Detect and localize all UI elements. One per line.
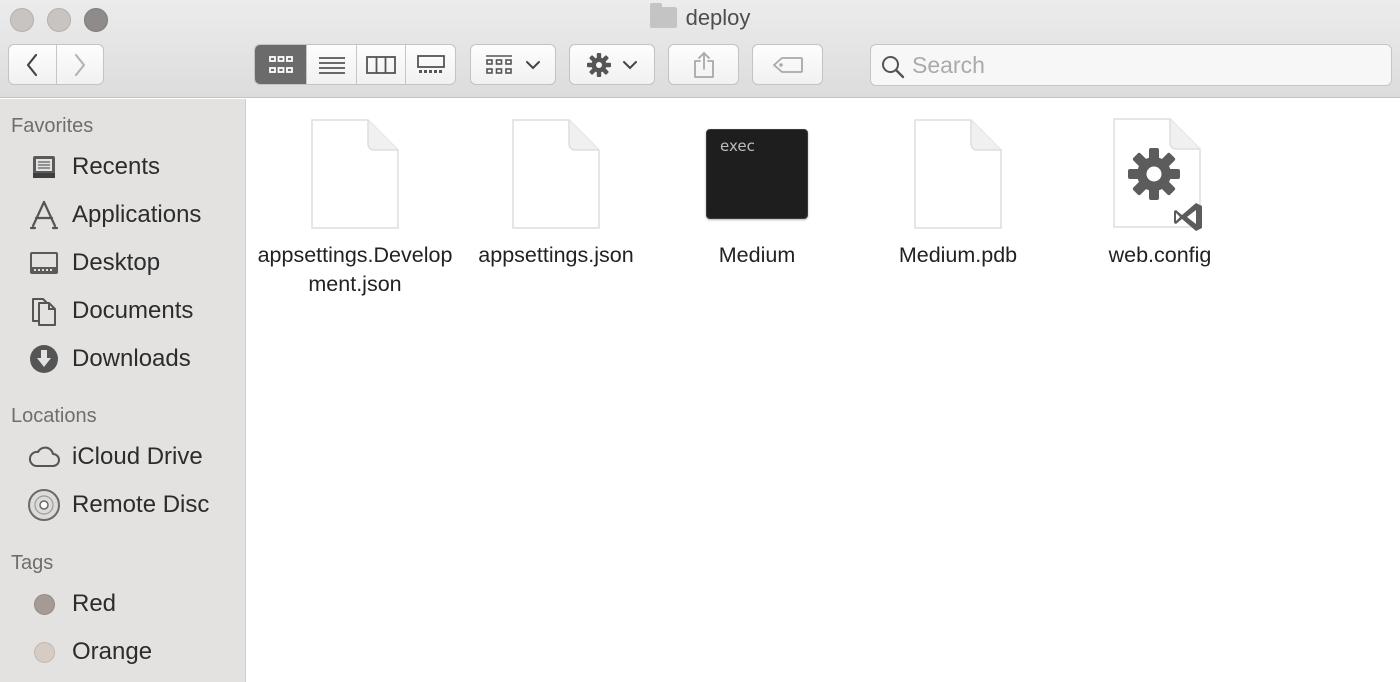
sidebar-section-favorites: Favorites bbox=[11, 115, 94, 137]
icon-view-button[interactable] bbox=[255, 45, 308, 84]
back-button[interactable] bbox=[9, 45, 57, 84]
gallery-view-button[interactable] bbox=[406, 45, 455, 84]
tag-dot-icon bbox=[26, 634, 62, 670]
edit-tags-button[interactable] bbox=[752, 44, 823, 85]
chevron-left-icon bbox=[27, 53, 38, 76]
sidebar-item-applications[interactable]: Applications bbox=[26, 197, 240, 233]
exec-badge: exec bbox=[720, 137, 755, 155]
file-name: web.config bbox=[1108, 243, 1212, 267]
exec-icon: exec bbox=[657, 109, 857, 239]
sidebar-section-locations: Locations bbox=[11, 405, 97, 427]
sidebar-item-downloads[interactable]: Downloads bbox=[26, 341, 240, 377]
document-icon bbox=[255, 109, 455, 239]
share-icon bbox=[693, 51, 714, 78]
tag-icon bbox=[772, 56, 803, 73]
column-view-button[interactable] bbox=[357, 45, 407, 84]
chevron-right-icon bbox=[74, 53, 85, 76]
action-menu-button[interactable] bbox=[569, 44, 655, 85]
file-name: Medium.pdb bbox=[898, 243, 1018, 267]
sidebar-item-label: Red bbox=[72, 590, 117, 617]
file-item[interactable]: web.config bbox=[1060, 109, 1260, 270]
recents-icon bbox=[26, 149, 62, 185]
document-icon bbox=[456, 109, 656, 239]
column-view-icon bbox=[366, 55, 397, 74]
gallery-view-icon bbox=[416, 54, 445, 73]
toolbar: deploy bbox=[0, 0, 1400, 98]
sidebar-item-label: Applications bbox=[72, 201, 202, 228]
document-icon bbox=[858, 109, 1058, 239]
window-title: deploy bbox=[0, 3, 1400, 31]
list-view-button[interactable] bbox=[307, 45, 357, 84]
disc-icon bbox=[26, 487, 62, 523]
search-icon bbox=[882, 56, 905, 79]
folder-icon bbox=[649, 3, 677, 28]
group-by-button[interactable] bbox=[470, 44, 556, 85]
downloads-icon bbox=[26, 341, 62, 377]
sidebar-item-label: Recents bbox=[72, 153, 161, 180]
group-icon bbox=[486, 54, 512, 74]
sidebar-item-label: Orange bbox=[72, 638, 153, 665]
sidebar-item-desktop[interactable]: Desktop bbox=[26, 245, 240, 281]
sidebar-item-label: iCloud Drive bbox=[72, 443, 203, 470]
sidebar: Favorites Recents Applications Desktop D… bbox=[0, 99, 246, 682]
sidebar-item-label: Documents bbox=[72, 297, 194, 324]
chevron-down-icon bbox=[623, 60, 637, 69]
file-item[interactable]: appsettings.Development.json bbox=[255, 109, 455, 299]
window-title-text: deploy bbox=[685, 5, 751, 30]
sidebar-item-documents[interactable]: Documents bbox=[26, 293, 240, 329]
share-button[interactable] bbox=[668, 44, 739, 85]
search-input[interactable] bbox=[912, 49, 1382, 81]
sidebar-item-icloud-drive[interactable]: iCloud Drive bbox=[26, 439, 240, 475]
sidebar-item-tag-orange[interactable]: Orange bbox=[26, 634, 240, 670]
view-mode-segmented-control bbox=[254, 44, 456, 85]
navigation-buttons bbox=[8, 44, 104, 85]
gear-icon bbox=[587, 52, 611, 77]
sidebar-item-tag-red[interactable]: Red bbox=[26, 586, 240, 622]
sidebar-item-label: Downloads bbox=[72, 345, 191, 372]
config-file-icon bbox=[1060, 109, 1260, 239]
forward-button[interactable] bbox=[57, 45, 104, 84]
chevron-down-icon bbox=[526, 60, 540, 69]
file-item[interactable]: appsettings.json bbox=[456, 109, 656, 270]
file-name: appsettings.Development.json bbox=[257, 243, 453, 296]
tag-dot-icon bbox=[26, 586, 62, 622]
finder-window: deploy Search Favorites Recents Applicat… bbox=[0, 0, 1400, 682]
file-name: appsettings.json bbox=[478, 243, 634, 267]
file-name: Medium bbox=[718, 243, 796, 267]
sidebar-item-remote-disc[interactable]: Remote Disc bbox=[26, 487, 240, 523]
sidebar-item-recents[interactable]: Recents bbox=[26, 149, 240, 185]
desktop-icon bbox=[26, 245, 62, 281]
documents-icon bbox=[26, 293, 62, 329]
icon-view-icon bbox=[268, 55, 293, 73]
sidebar-item-label: Desktop bbox=[72, 249, 161, 276]
cloud-icon bbox=[26, 439, 62, 475]
file-item[interactable]: Medium.pdb bbox=[858, 109, 1058, 270]
sidebar-item-label: Remote Disc bbox=[72, 491, 210, 518]
sidebar-section-tags: Tags bbox=[11, 552, 54, 574]
file-browser-content: appsettings.Development.json appsettings… bbox=[247, 99, 1400, 682]
file-item[interactable]: exec Medium bbox=[657, 109, 857, 270]
list-view-icon bbox=[318, 56, 345, 74]
applications-icon bbox=[26, 197, 62, 233]
search-field[interactable] bbox=[870, 44, 1392, 86]
